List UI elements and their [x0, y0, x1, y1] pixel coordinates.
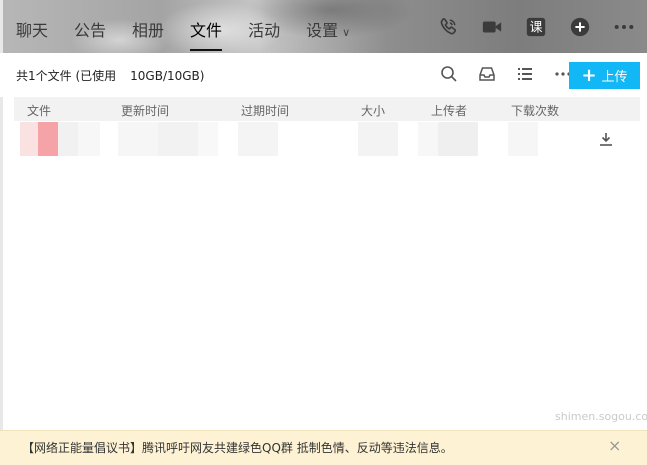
tab-activity[interactable]: 活动: [248, 20, 280, 48]
storage-quota: 10GB/10GB): [130, 69, 205, 83]
lesson-icon[interactable]: 课: [525, 16, 547, 38]
more-icon[interactable]: [613, 16, 635, 38]
column-header-expires[interactable]: 过期时间: [241, 102, 289, 119]
redacted-file-icon: [20, 122, 38, 156]
file-toolbar: 共1个文件 (已使用 10GB/10GB) + 上传: [0, 53, 647, 97]
upload-button-label: 上传: [601, 70, 628, 85]
tab-album[interactable]: 相册: [132, 20, 164, 48]
table-header: 文件 更新时间 过期时间 大小 上传者 下载次数: [14, 97, 640, 121]
redacted-file-name: [78, 122, 100, 156]
download-icon[interactable]: [598, 131, 614, 147]
redacted-updated-time: [118, 122, 158, 156]
search-icon[interactable]: [440, 65, 458, 83]
redacted-download-count: [508, 122, 538, 156]
redacted-file-icon: [38, 122, 58, 156]
redacted-expire-time: [238, 122, 278, 156]
redacted-updated-time: [198, 122, 218, 156]
column-header-file[interactable]: 文件: [27, 102, 51, 119]
inbox-icon[interactable]: [478, 65, 496, 83]
list-view-icon[interactable]: [516, 65, 534, 83]
close-icon[interactable]: ×: [608, 438, 621, 454]
notice-bar: 【网络正能量倡议书】腾讯呼吁网友共建绿色QQ群 抵制色情、反动等违法信息。 ×: [0, 430, 647, 465]
watermark: shimen.sogou.com: [555, 410, 647, 423]
tab-announcement[interactable]: 公告: [74, 20, 106, 48]
column-header-size[interactable]: 大小: [361, 102, 385, 119]
header: 聊天 公告 相册 文件 活动 设置 ∨ 课: [0, 0, 647, 53]
column-header-updated[interactable]: 更新时间: [121, 102, 169, 119]
redacted-uploader: [438, 122, 478, 156]
table-row[interactable]: [14, 121, 640, 157]
redacted-file-name: [58, 122, 78, 156]
header-actions: 课: [437, 16, 635, 38]
video-call-icon[interactable]: [481, 16, 503, 38]
toolbar-icons: [440, 65, 572, 83]
lesson-glyph: 课: [530, 21, 543, 36]
tab-settings[interactable]: 设置 ∨: [306, 20, 350, 48]
plus-icon: +: [581, 64, 597, 86]
redacted-uploader: [418, 122, 438, 156]
tab-nav: 聊天 公告 相册 文件 活动 设置 ∨: [16, 20, 376, 51]
file-summary: 共1个文件 (已使用 10GB/10GB): [16, 67, 204, 84]
upload-button[interactable]: + 上传: [569, 62, 640, 89]
notice-text[interactable]: 【网络正能量倡议书】腾讯呼吁网友共建绿色QQ群 抵制色情、反动等违法信息。: [22, 439, 453, 456]
tab-settings-label: 设置: [306, 21, 339, 40]
add-icon[interactable]: [569, 16, 591, 38]
column-header-uploader[interactable]: 上传者: [431, 102, 467, 119]
tab-chat[interactable]: 聊天: [16, 20, 48, 48]
file-count-text: 共1个文件 (已使用: [16, 69, 117, 83]
redacted-size: [358, 122, 398, 156]
chevron-down-icon: ∨: [342, 26, 351, 39]
column-header-downloads[interactable]: 下载次数: [511, 102, 559, 119]
tab-files[interactable]: 文件: [190, 20, 223, 51]
phone-call-icon[interactable]: [437, 16, 459, 38]
redacted-updated-time: [158, 122, 198, 156]
